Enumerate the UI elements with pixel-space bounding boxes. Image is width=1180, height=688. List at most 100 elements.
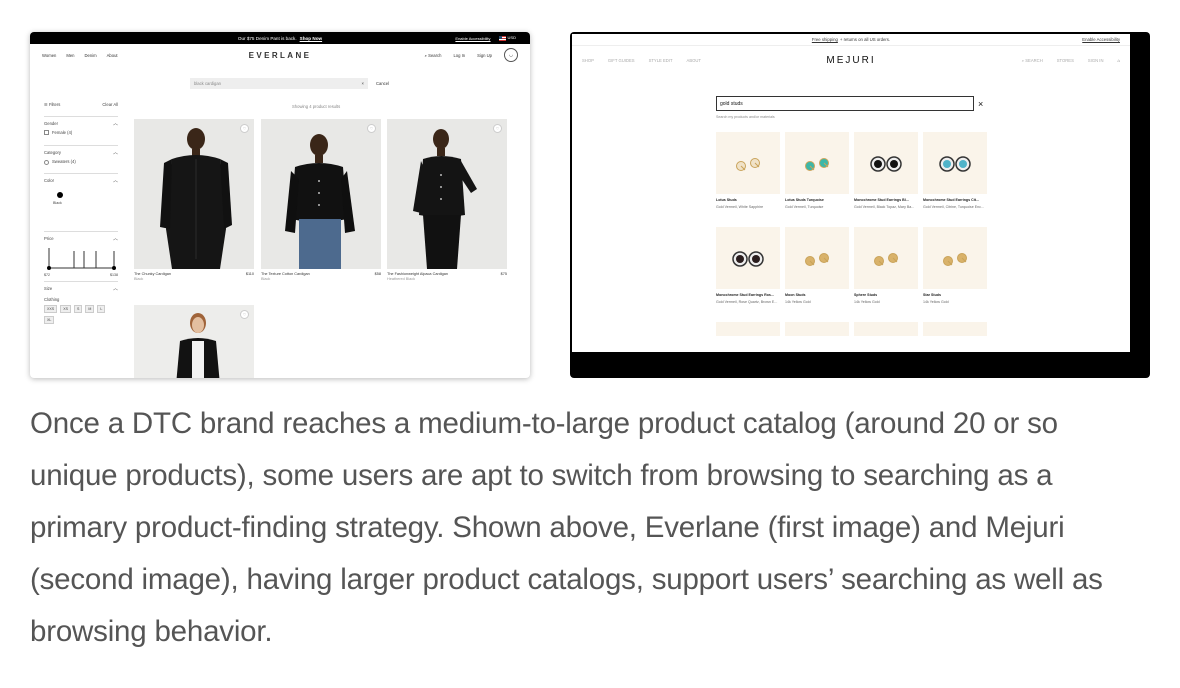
earring-image[interactable] [716,227,780,289]
product-card[interactable]: ♡ [134,305,254,378]
size-xl[interactable]: XL [44,315,55,324]
earring-image[interactable] [785,132,849,194]
nav-about[interactable]: ABOUT [687,58,701,63]
wishlist-heart-icon[interactable]: ♡ [240,310,249,319]
search-hint: Search my products and/or materials [716,115,775,119]
color-header[interactable]: Color ︿ [44,177,118,184]
size-s[interactable]: S [74,304,83,313]
wishlist-heart-icon[interactable]: ♡ [367,124,376,133]
result-card[interactable]: Moon Studs 14k Yellow Gold [785,227,849,304]
size-xs[interactable]: XS [60,304,71,313]
nav-denim[interactable]: Denim [85,53,97,58]
promo-link[interactable]: Shop Now [300,36,322,41]
clear-filters-link[interactable]: Clear All [102,102,118,107]
nav-search[interactable]: ⌕ Search [425,53,442,58]
product-card[interactable]: ♡ The Texture Cotton Cardigan $58 Black [261,119,381,281]
bag-icon[interactable]: ◡ [504,48,518,62]
price-header[interactable]: Price ︿ [44,235,118,242]
size-xxs[interactable]: XXS [44,304,58,313]
promo-text: + returns on all US orders. [839,37,891,42]
nav-search-label: Search [428,52,442,58]
promo-link[interactable]: Free shipping [812,37,838,42]
nav-search[interactable]: ⌕ SEARCH [1022,58,1043,63]
earring-image[interactable] [785,227,849,289]
size-m[interactable]: M [85,304,95,313]
gender-header[interactable]: Gender ︿ [44,120,118,127]
chevron-up-icon: ︿ [112,235,118,242]
size-filter: Size ︿ Clothing XXS XS S M L XL [44,280,118,324]
price-range-labels: $72 $138 [44,273,118,277]
result-name: Star Studs [923,293,941,297]
price-histogram-slider[interactable] [44,243,118,273]
nav-sign-in[interactable]: SIGN IN [1088,58,1104,63]
result-placeholder [923,322,987,336]
result-card[interactable]: Monochrome Stud Earrings Ros... Gold Verm… [716,227,780,304]
mejuri-screenshot: Free shipping + returns on all US orders… [570,32,1150,378]
nav-style-edit[interactable]: STYLE EDIT [649,58,673,63]
nav-search-label: SEARCH [1025,58,1043,63]
earring-image[interactable] [854,132,918,194]
product-image[interactable]: ♡ [387,119,507,269]
cancel-search-button[interactable]: Cancel [376,78,389,89]
size-l[interactable]: L [97,304,106,313]
result-card[interactable]: Sphere Studs 14k Yellow Gold [854,227,918,304]
result-card[interactable]: Monochrome Stud Earrings Bl... Gold Verme… [854,132,918,209]
product-card[interactable]: ♡ The Chunky Cardigan $110 Black [134,119,254,281]
nav-men[interactable]: Men [66,53,74,58]
result-name: Monochrome Stud Earrings Cit... [923,198,979,202]
result-card[interactable]: Lotus Studs Turquoise Gold Vermeil, Turqu… [785,132,849,209]
filters-toggle[interactable]: ☰ Filters [44,102,60,107]
color-filter: Color ︿ Black [44,172,118,205]
nav-women[interactable]: Women [42,53,56,58]
clear-search-icon[interactable]: × [362,81,364,86]
color-swatch-black[interactable] [57,191,63,198]
everlane-search-input[interactable]: black cardigan × [190,78,368,89]
filters-label: Filters [48,102,61,107]
earring-photo [732,251,764,267]
earring-photo [805,253,829,266]
accessibility-link[interactable]: Enable Accessibility [455,36,490,41]
price-min: $72 [44,272,50,277]
bag-icon[interactable]: ⌂ [1117,58,1120,63]
currency-selector[interactable]: USD [498,35,516,41]
promo-text: Our $75 Denim Pant is back. [237,35,297,41]
product-image[interactable]: ♡ [134,119,254,269]
product-price: $110 [245,272,254,276]
wishlist-heart-icon[interactable]: ♡ [240,124,249,133]
earring-image[interactable] [854,227,918,289]
category-header[interactable]: Category ︿ [44,149,118,156]
everlane-promo-bar: Our $75 Denim Pant is back. Shop Now Ena… [30,32,530,44]
gender-option[interactable]: Female (4) [44,130,118,136]
size-header[interactable]: Size ︿ [44,285,118,292]
category-option[interactable]: Sweaters (4) [44,159,118,165]
result-name: Lotus Studs [716,198,737,202]
accessibility-link[interactable]: Enable Accessibility [1082,34,1120,45]
result-card[interactable]: Monochrome Stud Earrings Cit... Gold Verm… [923,132,987,209]
product-card[interactable]: ♡ The Fashionweight Alpaca Cardigan $75 H… [387,119,507,281]
product-image[interactable]: ♡ [134,305,254,378]
result-card[interactable]: Star Studs 14k Yellow Gold [923,227,987,304]
results-count: Showing 4 product results [292,104,341,109]
nav-gift-guides[interactable]: GIFT GUIDES [608,58,635,63]
earring-image[interactable] [716,132,780,194]
earring-photo [874,253,898,266]
earring-image[interactable] [923,227,987,289]
search-value: black cardigan [194,81,222,86]
close-search-icon[interactable]: × [978,96,983,111]
nav-shop[interactable]: SHOP [582,58,594,63]
nav-left: Women Men Denim About [42,53,118,58]
mejuri-search-input[interactable]: gold studs [716,96,974,111]
nav-about[interactable]: About [107,53,118,58]
wishlist-heart-icon[interactable]: ♡ [493,124,502,133]
result-card[interactable]: Lotus Studs Gold Vermeil, White Sapphire [716,132,780,209]
nav-stores[interactable]: STORES [1057,58,1074,63]
chevron-up-icon: ︿ [112,285,118,292]
price-title: Price [44,235,54,241]
mejuri-nav: SHOP GIFT GUIDES STYLE EDIT ABOUT MEJURI… [572,45,1130,75]
product-image[interactable]: ♡ [261,119,381,269]
nav-signup[interactable]: Sign Up [477,53,492,58]
nav-login[interactable]: Log In [453,53,465,58]
filter-sidebar: ☰ Filters Clear All Gender ︿ Female (4) C… [44,102,118,324]
earring-image[interactable] [923,132,987,194]
chevron-up-icon: ︿ [112,150,118,157]
